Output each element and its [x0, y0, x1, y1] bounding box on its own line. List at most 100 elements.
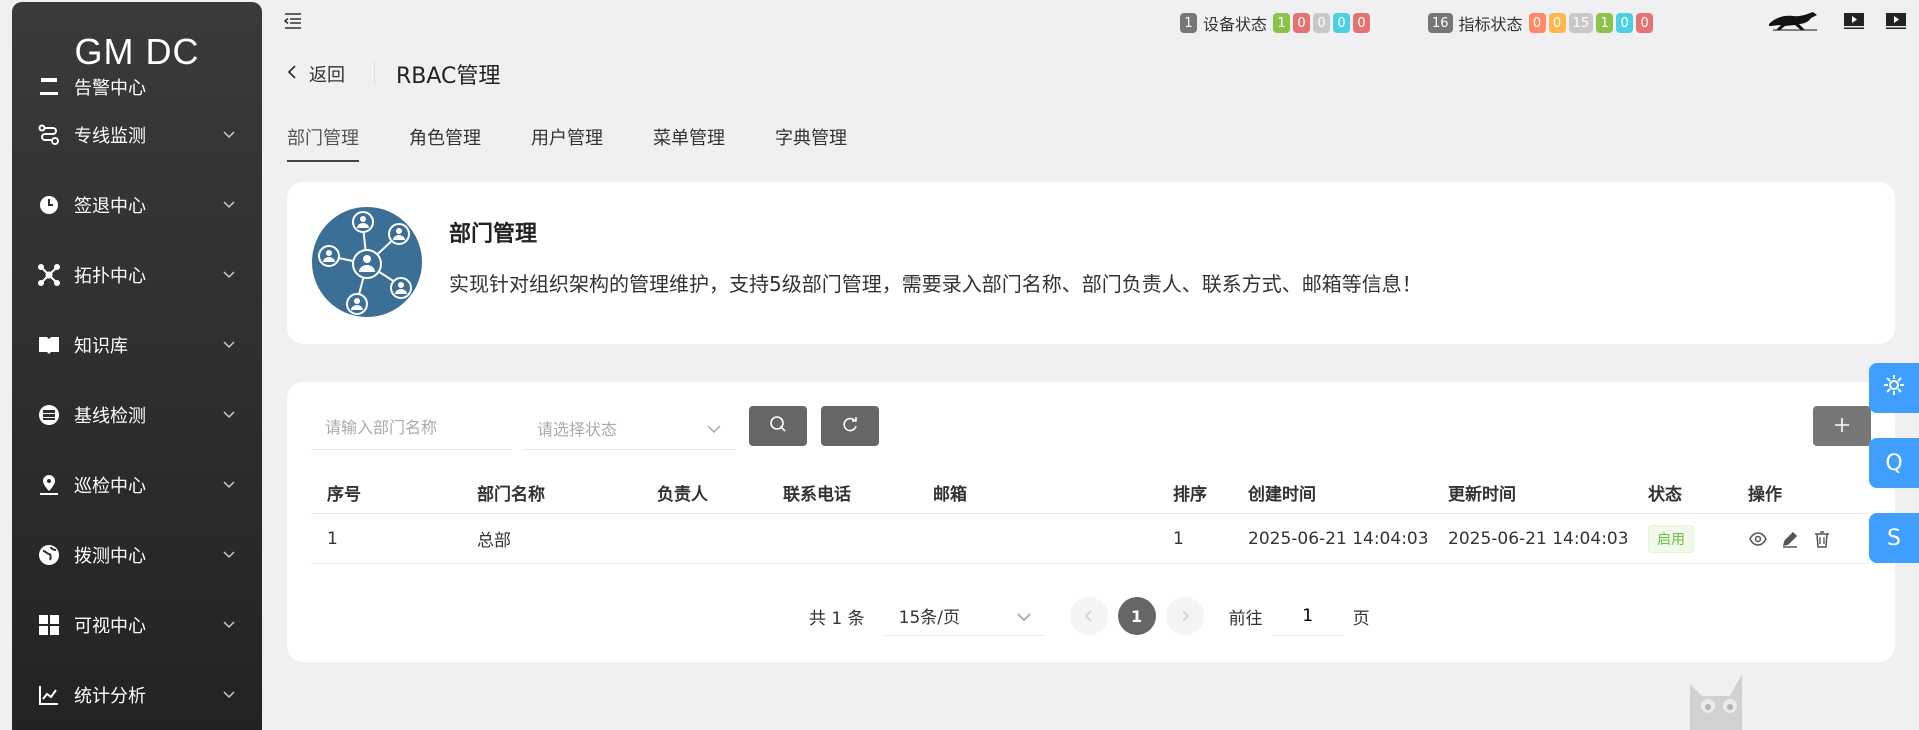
sidebar-item-alarm[interactable]: 告警中心: [12, 70, 262, 100]
chevron-down-icon: [1017, 606, 1031, 626]
clock-icon: [36, 192, 62, 218]
menu-collapse-icon[interactable]: [283, 12, 305, 34]
tab-menu[interactable]: 菜单管理: [653, 124, 725, 162]
cell-updated: 2025-06-21 14:04:03: [1448, 528, 1629, 549]
sidebar-item-visual[interactable]: 可视中心: [12, 590, 262, 660]
sidebar-item-baseline[interactable]: 基线检测: [12, 380, 262, 450]
sidebar-item-signout[interactable]: 签退中心: [12, 170, 262, 240]
cat-watermark-icon: [1680, 664, 1840, 730]
q-float-button[interactable]: Q: [1869, 438, 1919, 488]
edit-icon[interactable]: [1780, 529, 1800, 549]
sidebar-item-topology[interactable]: 拓扑中心: [12, 240, 262, 310]
book-icon: [36, 332, 62, 358]
delete-icon[interactable]: [1812, 529, 1832, 549]
header-divider: [374, 62, 375, 84]
chevron-right-icon: [1181, 607, 1189, 626]
metric-status-group[interactable]: 16 指标状态 0 0 15 1 0 0: [1428, 12, 1656, 34]
sidebar: GM DC 告警中心 专线监测 签退中心 拓扑中心 知识库 基线检测 巡检中心 …: [12, 2, 262, 730]
sidebar-item-dial-test[interactable]: 拨测中心: [12, 520, 262, 590]
status-badge: 启用: [1648, 524, 1694, 553]
chevron-down-icon: [707, 418, 721, 437]
search-icon: [769, 415, 787, 437]
column-header-index: 序号: [327, 485, 361, 505]
device-status-count: 1: [1180, 13, 1197, 33]
sidebar-item-label: 拓扑中心: [74, 266, 146, 287]
tab-dictionary[interactable]: 字典管理: [775, 124, 847, 162]
goto-page-input[interactable]: [1272, 596, 1343, 636]
chevron-down-icon: [222, 198, 236, 212]
tab-role[interactable]: 角色管理: [409, 124, 481, 162]
sidebar-item-label: 告警中心: [74, 78, 146, 99]
server-icon: [36, 402, 62, 428]
column-header-leader: 负责人: [657, 485, 708, 505]
chevron-down-icon: [222, 268, 236, 282]
chevron-down-icon: [222, 548, 236, 562]
page-size-select[interactable]: 15条/页: [884, 596, 1045, 636]
page-size-value: 15条/页: [898, 608, 960, 628]
reset-button[interactable]: [821, 406, 879, 446]
plus-icon: [1834, 414, 1850, 439]
info-card: 部门管理 实现针对组织架构的管理维护，支持5级部门管理，需要录入部门名称、部门负…: [287, 182, 1895, 344]
settings-float-button[interactable]: [1869, 363, 1919, 413]
sidebar-item-label: 知识库: [74, 336, 128, 357]
device-badge-maintenance: 0: [1333, 13, 1351, 33]
s-float-button[interactable]: S: [1869, 513, 1919, 563]
info-title: 部门管理: [449, 222, 538, 247]
status-select[interactable]: 请选择状态: [523, 406, 735, 450]
sidebar-item-label: 专线监测: [74, 126, 146, 147]
page-button-current[interactable]: 1: [1117, 597, 1156, 635]
sidebar-menu: 告警中心 专线监测 签退中心 拓扑中心 知识库 基线检测 巡检中心 拨测中心 可…: [12, 70, 262, 730]
sidebar-item-knowledge[interactable]: 知识库: [12, 310, 262, 380]
metric-status-count: 16: [1428, 13, 1453, 33]
back-label: 返回: [309, 65, 345, 86]
sidebar-item-dedicated-line[interactable]: 专线监测: [12, 100, 262, 170]
device-badge-alarm: 0: [1293, 13, 1311, 33]
tab-bar: 部门管理 角色管理 用户管理 菜单管理 字典管理: [287, 124, 847, 162]
next-page-button[interactable]: [1165, 597, 1204, 635]
device-status-group[interactable]: 1 设备状态 1 0 0 0 0: [1180, 12, 1373, 34]
pagination: 共 1 条 15条/页 1 前往 页: [809, 596, 1370, 636]
table-header-row: 序号 部门名称 负责人 联系电话 邮箱 排序 创建时间 更新时间 状态 操作: [311, 472, 1869, 514]
pagination-total: 共 1 条: [809, 608, 865, 629]
chevron-left-icon: [1084, 607, 1093, 626]
metric-status-label: 指标状态: [1458, 15, 1523, 34]
route-icon: [36, 122, 62, 148]
cell-sort: 1: [1173, 528, 1184, 549]
tab-department[interactable]: 部门管理: [287, 124, 359, 162]
metric-badge-info: 0: [1616, 13, 1634, 33]
device-badge-normal: 1: [1273, 13, 1291, 33]
chart-icon: [36, 682, 62, 708]
column-header-updated: 更新时间: [1448, 485, 1516, 505]
prev-page-button[interactable]: [1069, 597, 1108, 635]
department-table: 序号 部门名称 负责人 联系电话 邮箱 排序 创建时间 更新时间 状态 操作 1…: [311, 472, 1869, 564]
department-name-input[interactable]: [311, 406, 511, 450]
gear-icon: [1882, 373, 1906, 403]
metric-badge-unknown: 15: [1568, 13, 1594, 33]
chevron-down-icon: [222, 338, 236, 352]
screen-cast-icon[interactable]: [1885, 12, 1907, 34]
tab-user[interactable]: 用户管理: [531, 124, 603, 162]
search-button[interactable]: [749, 406, 807, 446]
metric-badge-normal: 1: [1596, 13, 1614, 33]
table-card: 请选择状态 序号 部门名称 负责人 联系电话 邮箱 排序 创建时间 更新时间 状…: [287, 382, 1895, 662]
sidebar-item-label: 巡检中心: [74, 476, 146, 497]
chevron-down-icon: [222, 408, 236, 422]
back-button[interactable]: 返回: [287, 60, 345, 88]
windows-icon: [36, 612, 62, 638]
sidebar-item-statistics[interactable]: 统计分析: [12, 660, 262, 730]
device-status-label: 设备状态: [1203, 15, 1268, 34]
topology-icon: [36, 262, 62, 288]
screen-play-icon[interactable]: [1843, 12, 1865, 34]
view-icon[interactable]: [1748, 529, 1768, 549]
device-badge-error: 0: [1353, 13, 1371, 33]
alarm-icon: [36, 74, 62, 100]
table-row: 1 总部 1 2025-06-21 14:04:03 2025-06-21 14…: [311, 514, 1869, 564]
column-header-name: 部门名称: [477, 485, 545, 505]
panther-logo-icon: [1767, 10, 1823, 36]
add-department-button[interactable]: [1813, 406, 1871, 446]
metric-badge-error: 0: [1636, 13, 1654, 33]
sidebar-item-label: 统计分析: [74, 686, 146, 707]
sidebar-item-inspection[interactable]: 巡检中心: [12, 450, 262, 520]
goto-label: 前往: [1228, 608, 1263, 629]
globe-icon: [36, 542, 62, 568]
